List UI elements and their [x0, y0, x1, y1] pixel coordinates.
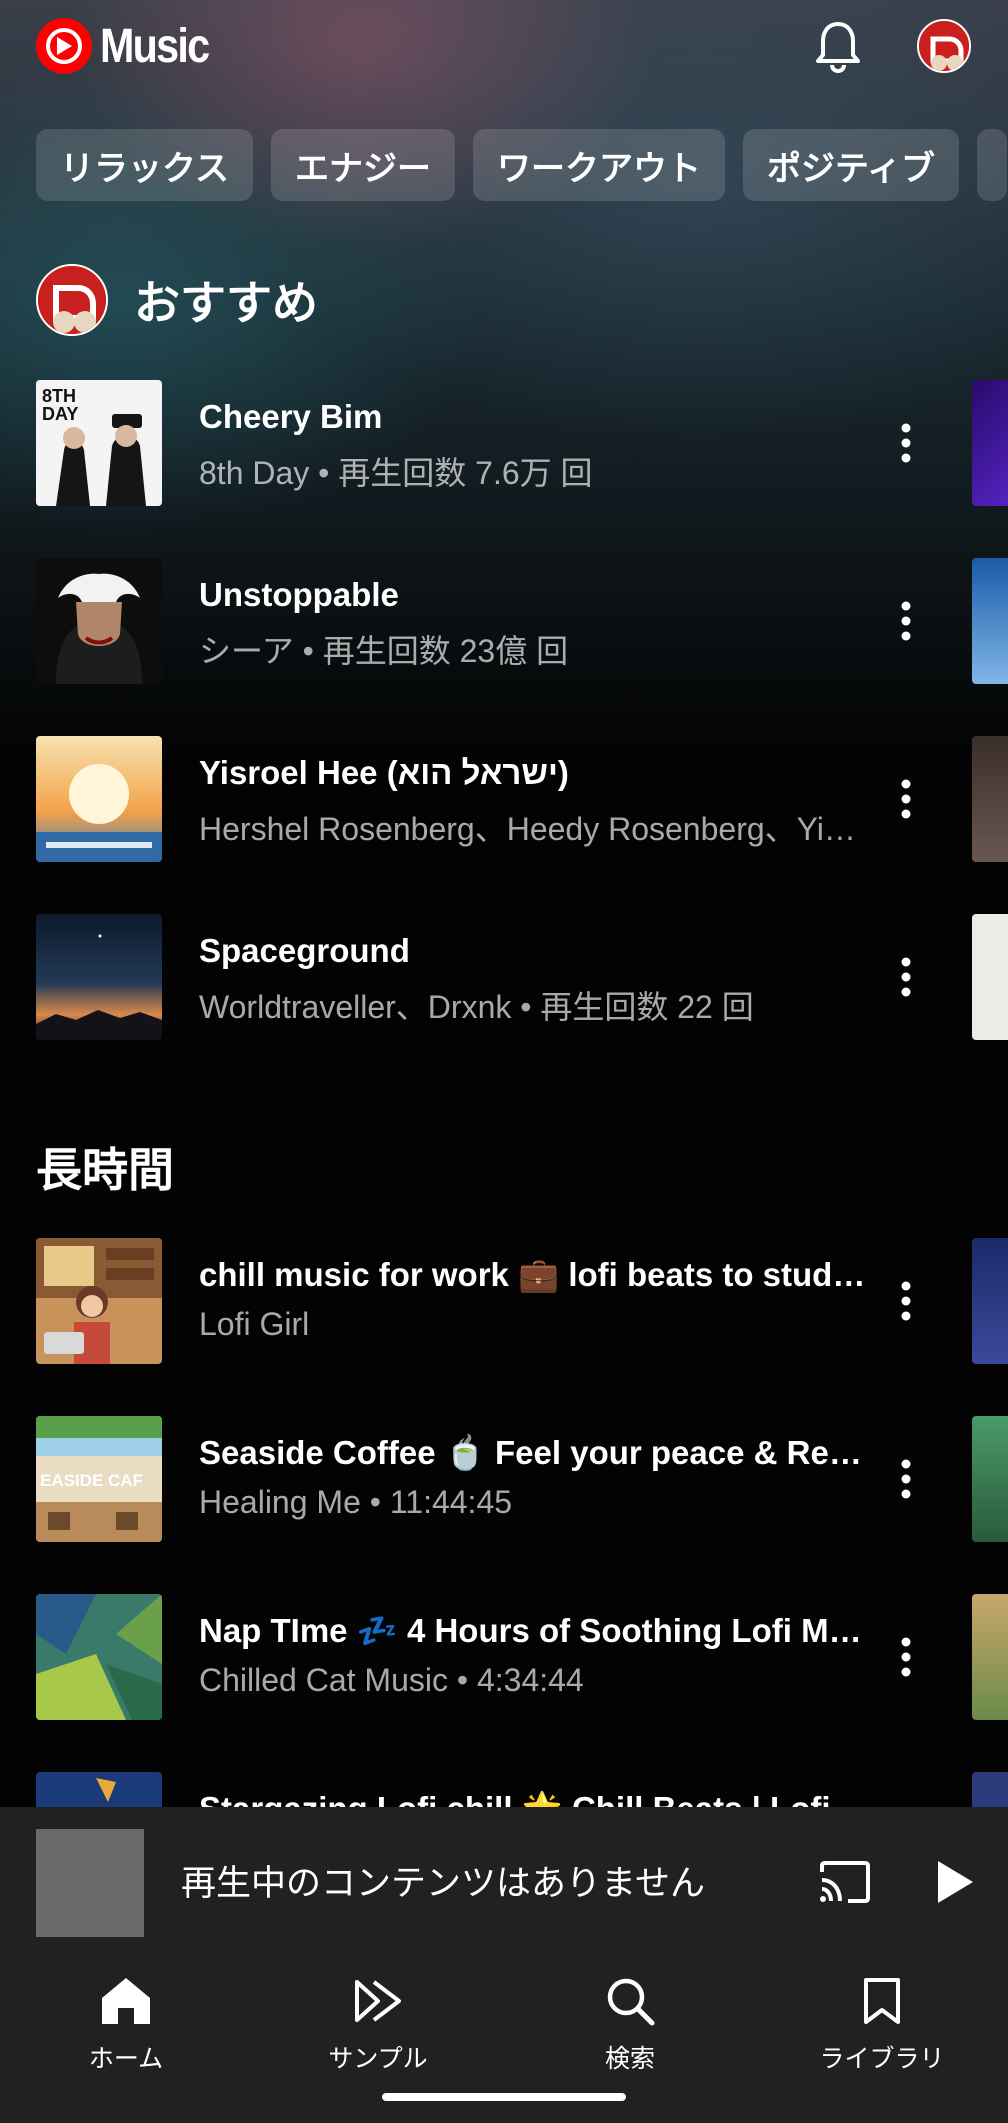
nav-home[interactable]: ホーム [26, 1971, 226, 2081]
chip-workout[interactable]: ワークアウト [472, 129, 725, 201]
list-item[interactable]: Spaceground Worldtraveller、Drxnk • 再生回数 … [36, 914, 1008, 1040]
section-header-long: 長時間 [36, 1134, 174, 1200]
track-thumbnail [36, 736, 162, 862]
nav-label: ホーム [88, 2045, 164, 2073]
chip-relax[interactable]: リラックス [36, 129, 253, 201]
next-column-thumbnail[interactable] [972, 1594, 1008, 1720]
nav-label: 検索 [604, 2045, 655, 2073]
logo-play-icon [36, 18, 92, 74]
next-column-thumbnail[interactable] [972, 914, 1008, 1040]
more-vert-icon [901, 957, 911, 997]
bell-icon [816, 22, 860, 73]
library-icon [864, 1978, 900, 2024]
more-options-button[interactable] [876, 413, 936, 473]
mini-player[interactable]: 再生中のコンテンツはありません [0, 1807, 1008, 1947]
list-item[interactable]: 8TH DAY Cheery Bim 8th Day • 再生回数 7.6万 回 [36, 380, 1008, 506]
more-vert-icon [901, 601, 911, 641]
chip-energy[interactable]: エナジー [270, 129, 455, 201]
mini-player-artwork [36, 1829, 144, 1937]
more-options-button[interactable] [876, 947, 936, 1007]
section-title: おすすめ [134, 277, 318, 329]
track-title: Yisroel Hee (ישראל הוא) [199, 754, 569, 791]
track-subtitle: Lofi Girl [199, 1306, 310, 1342]
track-thumbnail [36, 1594, 162, 1720]
svg-text:EASIDE CAF: EASIDE CAF [40, 1471, 143, 1490]
play-button[interactable] [924, 1851, 986, 1913]
track-title: Spaceground [199, 932, 410, 969]
account-avatar[interactable] [917, 19, 971, 73]
notifications-button[interactable] [808, 16, 868, 76]
track-thumbnail [36, 914, 162, 1040]
track-title: Seaside Coffee 🍵 Feel your peace & Relax [199, 1434, 869, 1471]
list-item[interactable]: Yisroel Hee (ישראל הוא) Hershel Rosenber… [36, 736, 1008, 862]
nav-label: ライブラリ [819, 2045, 945, 2073]
track-subtitle: シーア • 再生回数 23億 回 [199, 633, 569, 669]
home-icon [102, 1978, 150, 2024]
nav-samples[interactable]: サンプル [278, 1971, 478, 2081]
track-subtitle: 8th Day • 再生回数 7.6万 回 [199, 455, 593, 491]
more-vert-icon [901, 1459, 911, 1499]
more-vert-icon [901, 779, 911, 819]
track-thumbnail [36, 1238, 162, 1364]
samples-icon [355, 1980, 401, 2022]
track-thumbnail: EASIDE CAF [36, 1416, 162, 1542]
track-title: chill music for work 💼 lofi beats to stu… [199, 1256, 869, 1293]
track-title: Cheery Bim [199, 398, 383, 435]
more-options-button[interactable] [876, 591, 936, 651]
track-title: Unstoppable [199, 576, 399, 613]
more-vert-icon [901, 1281, 911, 1321]
cast-icon [820, 1861, 870, 1903]
track-subtitle: Healing Me • 11:44:45 [199, 1484, 513, 1520]
nav-label: サンプル [328, 2045, 428, 2073]
youtube-music-logo[interactable]: Music [36, 18, 226, 74]
next-column-thumbnail[interactable] [972, 380, 1008, 506]
list-item[interactable]: chill music for work 💼 lofi beats to stu… [36, 1238, 1008, 1364]
nav-search[interactable]: 検索 [530, 1971, 730, 2081]
svg-text:8TH: 8TH [42, 386, 76, 406]
more-options-button[interactable] [876, 1449, 936, 1509]
next-column-thumbnail[interactable] [972, 1238, 1008, 1364]
track-subtitle: Hershel Rosenberg、Heedy Rosenberg、Yisroe… [199, 811, 869, 847]
track-subtitle: Worldtraveller、Drxnk • 再生回数 22 回 [199, 989, 754, 1025]
more-options-button[interactable] [876, 1627, 936, 1687]
section-header-recommended: おすすめ [36, 264, 318, 336]
svg-text:DAY: DAY [42, 404, 78, 424]
section-title: 長時間 [36, 1144, 174, 1196]
list-item[interactable]: Nap TIme 💤 4 Hours of Soothing Lofi Musi… [36, 1594, 1008, 1720]
list-item[interactable]: Unstoppable シーア • 再生回数 23億 回 [36, 558, 1008, 684]
list-item[interactable]: EASIDE CAF Seaside Coffee 🍵 Feel your pe… [36, 1416, 1008, 1542]
more-options-button[interactable] [876, 1271, 936, 1331]
top-app-bar: Music [0, 0, 1008, 100]
more-vert-icon [901, 1637, 911, 1677]
more-options-button[interactable] [876, 769, 936, 829]
chip-more[interactable] [976, 129, 1007, 201]
next-column-thumbnail[interactable] [972, 1416, 1008, 1542]
more-vert-icon [901, 423, 911, 463]
track-title: Nap TIme 💤 4 Hours of Soothing Lofi Musi… [199, 1612, 869, 1649]
next-column-thumbnail[interactable] [972, 736, 1008, 862]
play-icon [938, 1861, 973, 1903]
search-icon [607, 1978, 655, 2026]
chip-positive[interactable]: ポジティブ [742, 129, 959, 201]
track-thumbnail [36, 558, 162, 684]
mood-chips: リラックス エナジー ワークアウト ポジティブ [36, 129, 1007, 201]
track-thumbnail: 8TH DAY [36, 380, 162, 506]
section-avatar [36, 264, 108, 336]
home-indicator[interactable] [382, 2093, 626, 2101]
nav-library[interactable]: ライブラリ [782, 1971, 982, 2081]
cast-button[interactable] [814, 1851, 876, 1913]
app-name: Music [100, 19, 210, 73]
next-column-thumbnail[interactable] [972, 558, 1008, 684]
now-playing-text: 再生中のコンテンツはありません [181, 1864, 705, 1903]
track-subtitle: Chilled Cat Music • 4:34:44 [199, 1662, 584, 1698]
